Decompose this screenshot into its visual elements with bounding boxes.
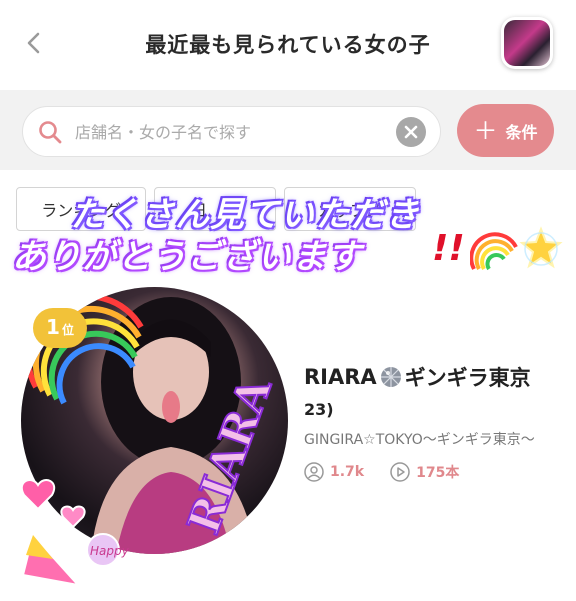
person-icon: [304, 462, 324, 482]
search-bar: [22, 106, 441, 157]
banner-exclamation: !!: [432, 228, 465, 269]
avatar-image: [504, 20, 550, 66]
happy-sticker-text: Happy: [90, 544, 130, 558]
filter-button-label: 条件: [505, 122, 538, 142]
banner-line-2: ありがとうございます: [12, 237, 362, 277]
videos-count: 175本: [416, 465, 460, 481]
chip-cup[interactable]: カップメ: [284, 187, 416, 231]
sparkle-star-icon: [519, 226, 563, 269]
page-title: 最近最も見られている女の子: [145, 33, 431, 57]
views-count: 1.7k: [330, 464, 365, 480]
rainbow-icon: [470, 232, 518, 271]
cast-age: 23): [304, 400, 334, 419]
chip-label: 日 数: [190, 201, 239, 220]
screen: 最近最も見られている女の子 ＋ 条件 ランキング 日 数 カップ: [0, 0, 576, 601]
rank-unit: 位: [61, 323, 74, 337]
chip-label: カップメ: [317, 201, 382, 220]
search-input[interactable]: [75, 117, 375, 147]
search-icon: [39, 121, 62, 144]
cast-name-part1: RIARA: [304, 365, 377, 389]
chevron-left-icon[interactable]: [18, 26, 52, 60]
close-icon: [404, 125, 418, 139]
shop-name[interactable]: GINGIRA☆TOKYO〜ギンギラ東京〜: [304, 429, 544, 449]
chip-label: ランキング: [41, 201, 121, 220]
disco-ball-icon: [380, 367, 401, 387]
cast-name[interactable]: RIARA ギンギラ東京: [304, 362, 531, 392]
header: 最近最も見られている女の子: [0, 0, 576, 90]
filter-button[interactable]: ＋ 条件: [457, 104, 554, 157]
plus-icon: ＋: [473, 116, 498, 145]
hearts-sticker-icon: Happy: [20, 479, 130, 587]
cast-name-part2: ギンギラ東京: [404, 366, 531, 390]
chip-ranking[interactable]: ランキング: [16, 187, 146, 231]
rank-badge: 1 位: [33, 308, 87, 348]
stats-row: 1.7k 175本: [304, 460, 459, 484]
rank-number: 1: [46, 315, 60, 339]
play-icon: [390, 462, 410, 482]
chip-days[interactable]: 日 数: [154, 187, 276, 231]
clear-search-button[interactable]: [396, 117, 426, 147]
avatar[interactable]: [501, 17, 553, 69]
